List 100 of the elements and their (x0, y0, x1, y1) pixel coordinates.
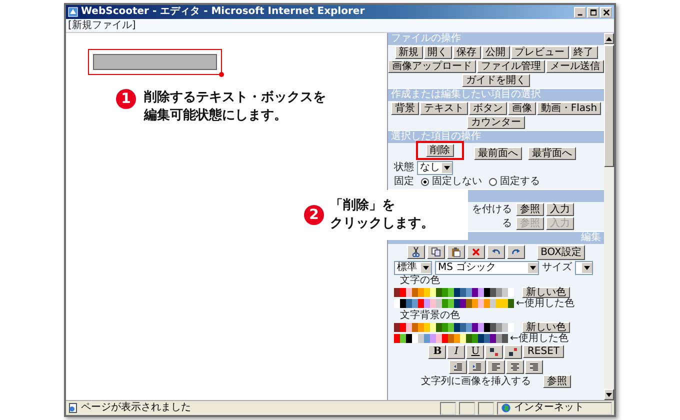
color-swatch[interactable] (484, 323, 490, 332)
color-swatch[interactable] (436, 334, 442, 343)
panel-button[interactable]: 終了 (570, 46, 598, 59)
panel-button[interactable]: カウンター (467, 116, 525, 129)
color-swatch[interactable] (466, 288, 472, 297)
color-swatch[interactable] (502, 334, 508, 343)
color-swatch[interactable] (424, 334, 430, 343)
color-swatch[interactable] (472, 334, 478, 343)
color-swatch[interactable] (460, 323, 466, 332)
minimize-button[interactable] (574, 6, 586, 18)
color-swatch[interactable] (412, 334, 418, 343)
color-swatch[interactable] (472, 288, 478, 297)
radio-button[interactable] (421, 178, 429, 186)
color-swatch[interactable] (394, 334, 400, 343)
color-swatch[interactable] (478, 323, 484, 332)
color-swatch[interactable] (496, 334, 502, 343)
color-swatch[interactable] (442, 299, 448, 308)
color-swatch[interactable] (418, 334, 424, 343)
superscript-button[interactable] (504, 345, 522, 359)
color-swatch[interactable] (478, 334, 484, 343)
color-swatch[interactable] (454, 288, 460, 297)
color-swatch[interactable] (502, 288, 508, 297)
color-swatch[interactable] (442, 288, 448, 297)
color-swatch[interactable] (436, 288, 442, 297)
panel-button[interactable]: ファイル管理 (477, 60, 545, 73)
color-swatch[interactable] (496, 323, 502, 332)
color-swatch[interactable] (406, 288, 412, 297)
color-swatch[interactable] (436, 323, 442, 332)
color-swatch[interactable] (424, 299, 430, 308)
panel-button[interactable]: 保存 (452, 46, 480, 59)
panel-button[interactable]: 動画・Flash (536, 102, 602, 115)
color-swatch[interactable] (478, 288, 484, 297)
color-swatch[interactable] (406, 334, 412, 343)
paste-button[interactable] (446, 245, 465, 259)
color-swatch[interactable] (508, 299, 514, 308)
color-swatch[interactable] (484, 334, 490, 343)
color-swatch[interactable] (496, 299, 502, 308)
copy-button[interactable] (426, 245, 445, 259)
align-right-button[interactable] (525, 360, 543, 374)
color-swatch[interactable] (400, 334, 406, 343)
format-button[interactable]: I (447, 345, 466, 359)
color-swatch[interactable] (406, 323, 412, 332)
new-color-button[interactable]: 新しい色 (522, 322, 570, 333)
browse-button[interactable]: 参照 (543, 375, 571, 388)
color-swatch[interactable] (508, 288, 514, 297)
panel-button[interactable]: ガイドを開く (462, 74, 530, 87)
color-swatch[interactable] (424, 323, 430, 332)
color-swatch[interactable] (412, 323, 418, 332)
color-swatch[interactable] (430, 288, 436, 297)
color-swatch[interactable] (472, 299, 478, 308)
color-swatch[interactable] (430, 323, 436, 332)
color-swatch[interactable] (490, 288, 496, 297)
font-dropdown[interactable]: MS ゴシック (435, 260, 539, 274)
color-swatch[interactable] (394, 299, 400, 308)
color-swatch[interactable] (454, 299, 460, 308)
color-swatch[interactable] (460, 334, 466, 343)
cut-button[interactable] (406, 245, 425, 259)
delete-button[interactable] (466, 245, 485, 259)
format-button[interactable]: U (466, 345, 484, 359)
panel-button[interactable]: テキスト (420, 102, 468, 115)
color-swatch[interactable] (448, 323, 454, 332)
color-swatch[interactable] (430, 299, 436, 308)
panel-button[interactable]: 新規 (394, 46, 422, 59)
align-left-button[interactable] (487, 360, 505, 374)
color-swatch[interactable] (484, 288, 490, 297)
color-swatch[interactable] (478, 299, 484, 308)
color-swatch[interactable] (400, 288, 406, 297)
color-swatch[interactable] (430, 334, 436, 343)
subscript-button[interactable] (485, 345, 504, 359)
panel-button[interactable]: ボタン (468, 102, 507, 115)
color-swatch[interactable] (406, 299, 412, 308)
color-swatch[interactable] (418, 299, 424, 308)
size-dropdown[interactable] (575, 260, 593, 274)
panel-button[interactable]: 最前面へ (474, 147, 522, 160)
color-swatch[interactable] (424, 288, 430, 297)
color-swatch[interactable] (466, 334, 472, 343)
color-swatch[interactable] (436, 299, 442, 308)
color-swatch[interactable] (412, 288, 418, 297)
color-swatch[interactable] (400, 299, 406, 308)
color-swatch[interactable] (454, 323, 460, 332)
close-button[interactable] (600, 6, 612, 18)
color-swatch[interactable] (400, 323, 406, 332)
new-color-button[interactable]: 新しい色 (522, 287, 570, 298)
color-swatch[interactable] (412, 299, 418, 308)
delete-button[interactable]: 削除 (426, 144, 454, 157)
panel-button[interactable]: メール送信 (546, 60, 604, 73)
color-swatch[interactable] (490, 299, 496, 308)
maximize-button[interactable] (587, 6, 599, 18)
color-swatch[interactable] (490, 334, 496, 343)
color-swatch[interactable] (466, 323, 472, 332)
color-swatch[interactable] (496, 288, 502, 297)
style-dropdown[interactable]: 標準 (394, 260, 432, 274)
color-swatch[interactable] (442, 334, 448, 343)
indent-button[interactable] (468, 360, 486, 374)
undo-button[interactable] (486, 245, 505, 259)
color-swatch[interactable] (484, 299, 490, 308)
panel-button[interactable]: 入力 (546, 203, 574, 216)
box-settings-button[interactable]: BOX設定 (536, 245, 586, 260)
color-swatch[interactable] (418, 288, 424, 297)
format-button[interactable]: B (428, 345, 446, 359)
